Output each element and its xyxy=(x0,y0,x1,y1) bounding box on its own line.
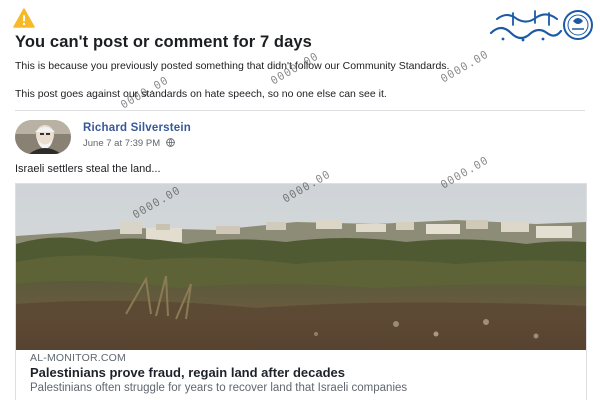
restriction-title: You can't post or comment for 7 days xyxy=(15,33,312,51)
link-domain: AL-MONITOR.COM xyxy=(30,352,126,364)
author-name-link[interactable]: Richard Silverstein xyxy=(83,122,191,134)
warning-icon xyxy=(13,8,35,28)
post-text: Israeli settlers steal the land... xyxy=(15,163,161,175)
post-meta: June 7 at 7:39 PM xyxy=(83,138,175,149)
hate-speech-notice-text: This post goes against our standards on … xyxy=(15,88,387,100)
post-timestamp[interactable]: June 7 at 7:39 PM xyxy=(83,138,160,149)
channel-logo xyxy=(489,10,593,42)
link-title[interactable]: Palestinians prove fraud, regain land af… xyxy=(30,365,345,380)
divider xyxy=(15,110,585,111)
link-description: Palestinians often struggle for years to… xyxy=(30,382,408,394)
avatar[interactable] xyxy=(15,120,71,154)
restriction-reason-text: This is because you previously posted so… xyxy=(15,60,450,72)
globe-icon xyxy=(165,138,175,147)
link-preview-card[interactable]: AL-MONITOR.COM Palestinians prove fraud,… xyxy=(15,183,587,400)
link-preview-image[interactable] xyxy=(16,184,586,350)
